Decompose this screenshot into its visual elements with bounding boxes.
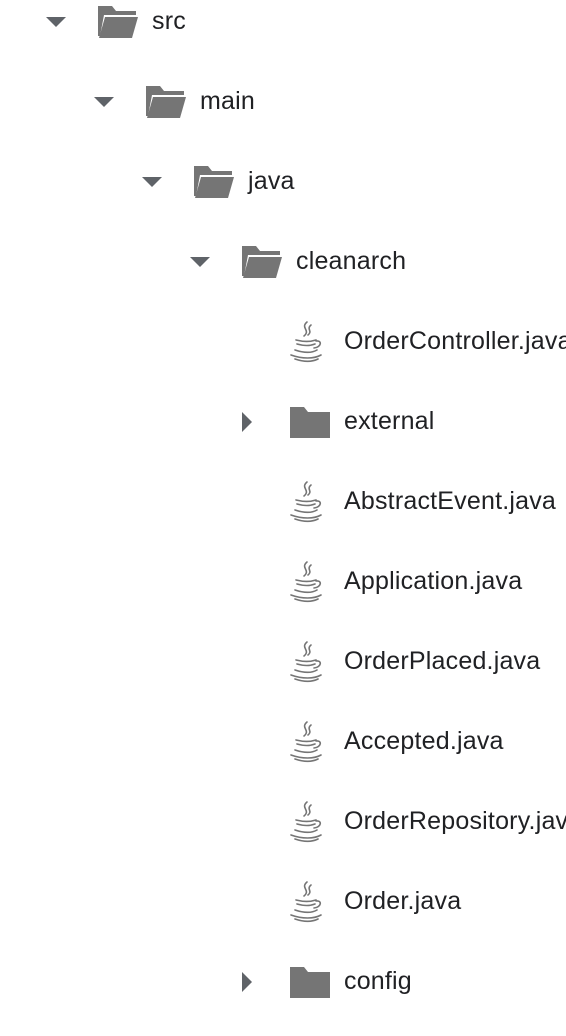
tree-item-label: java [248, 167, 295, 195]
chevron-down-icon[interactable] [94, 97, 114, 107]
java-file-icon [286, 800, 330, 843]
chevron-down-icon[interactable] [142, 177, 162, 187]
folder-icon [288, 962, 332, 1002]
folder-open-icon [192, 162, 236, 202]
tree-item-label: src [152, 7, 186, 35]
file-tree: src main java cleanarch OrderController.java… [0, 0, 566, 1036]
java-file-icon [286, 560, 330, 603]
chevron-down-icon[interactable] [46, 17, 66, 27]
tree-item-label: Accepted.java [344, 727, 504, 755]
tree-row-orderrepository-java[interactable]: OrderRepository.java [0, 801, 566, 902]
folder-open-icon [96, 2, 140, 42]
tree-item-label: OrderController.java [344, 327, 566, 355]
tree-row-ordercontroller-java[interactable]: OrderController.java [0, 321, 566, 422]
tree-item-label: AbstractEvent.java [344, 487, 557, 515]
tree-row-src[interactable]: src [0, 6, 566, 102]
tree-item-label: Order.java [344, 887, 462, 915]
java-file-icon [286, 880, 330, 923]
java-file-icon [286, 320, 330, 363]
tree-item-label: Application.java [344, 567, 523, 595]
tree-item-label: external [344, 407, 435, 435]
tree-item-label: cleanarch [296, 247, 407, 275]
folder-open-icon [144, 82, 188, 122]
folder-icon [288, 402, 332, 442]
tree-item-label: OrderRepository.java [344, 807, 566, 835]
tree-row-order-java[interactable]: Order.java [0, 881, 566, 982]
tree-item-label: main [200, 87, 255, 115]
chevron-right-icon[interactable] [242, 412, 252, 432]
java-file-icon [286, 640, 330, 683]
tree-row-config[interactable]: config [0, 967, 566, 1036]
chevron-right-icon[interactable] [242, 972, 252, 992]
java-file-icon [286, 480, 330, 523]
tree-item-label: OrderPlaced.java [344, 647, 541, 675]
tree-item-label: config [344, 967, 412, 995]
java-file-icon [286, 720, 330, 763]
folder-open-icon [240, 242, 284, 282]
chevron-down-icon[interactable] [190, 257, 210, 267]
